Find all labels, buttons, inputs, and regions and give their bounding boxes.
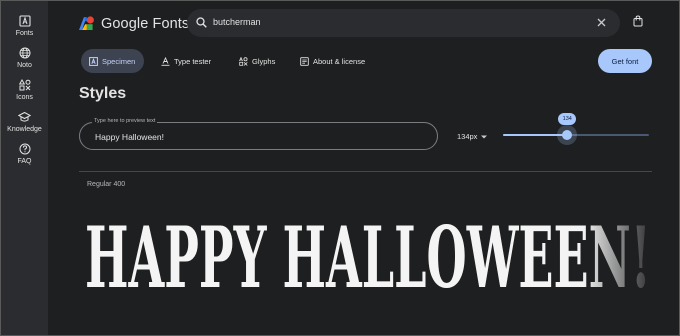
google-fonts-logo[interactable]: Google Fonts	[78, 15, 189, 32]
tab-specimen[interactable]: Specimen	[81, 49, 145, 73]
styles-heading: Styles	[79, 85, 127, 102]
preview-field-label: Type here to preview text	[92, 118, 158, 124]
tab-about-license[interactable]: About & license	[300, 49, 365, 73]
specimen-icon	[89, 56, 98, 66]
slider-value-bubble: 134	[558, 113, 577, 125]
glyphs-icon	[239, 56, 248, 66]
search-bar[interactable]: butcherman	[187, 9, 620, 37]
main-content: Google Fonts butcherman Specimen Type te…	[48, 1, 679, 335]
tab-specimen-label: Specimen	[102, 56, 136, 66]
globe-icon	[19, 47, 30, 59]
tab-glyphs-label: Glyphs	[252, 56, 276, 66]
rail-label-noto: Noto	[17, 62, 32, 69]
rail-item-noto[interactable]: Noto	[1, 47, 48, 69]
tab-about-license-label: About & license	[313, 56, 366, 66]
rail-label-faq: FAQ	[17, 158, 32, 165]
section-divider	[79, 171, 652, 172]
font-size-select[interactable]: 134px	[457, 132, 488, 141]
tab-type-tester[interactable]: Type tester	[161, 49, 211, 73]
search-input[interactable]: butcherman	[213, 17, 261, 27]
font-specimen-preview[interactable]: HAPPY HALLOWEEN!	[79, 205, 679, 301]
rail-item-icons[interactable]: Icons	[1, 79, 48, 101]
style-name-label: Regular 400	[87, 181, 126, 188]
tab-glyphs[interactable]: Glyphs	[239, 49, 275, 73]
close-icon[interactable]	[597, 18, 606, 27]
font-size-value: 134px	[457, 132, 478, 141]
graduation-cap-icon	[18, 111, 31, 122]
rail-item-fonts[interactable]: Fonts	[1, 15, 48, 37]
tab-type-tester-label: Type tester	[174, 56, 212, 66]
fonts-icon	[18, 15, 31, 27]
rail-label-fonts: Fonts	[15, 30, 34, 37]
preview-text-field[interactable]: Type here to preview text Happy Hallowee…	[79, 118, 438, 150]
specimen-text: HAPPY HALLOWEEN!	[85, 208, 651, 301]
google-fonts-logo-icon	[79, 16, 94, 30]
about-icon	[300, 56, 309, 66]
chevron-down-icon	[481, 135, 488, 138]
rail-item-knowledge[interactable]: Knowledge	[1, 111, 48, 133]
shapes-icon	[18, 79, 30, 91]
get-font-button[interactable]: Get font	[598, 49, 652, 73]
logo-text: Google Fonts	[101, 15, 190, 32]
type-tester-icon	[161, 56, 170, 66]
navigation-rail: Fonts Noto Icons Knowledge FAQ	[1, 1, 48, 335]
shopping-bag-icon[interactable]	[633, 15, 643, 27]
help-circle-icon	[19, 143, 30, 155]
rail-label-knowledge: Knowledge	[7, 126, 42, 133]
search-icon[interactable]	[196, 17, 207, 28]
rail-label-icons: Icons	[16, 94, 33, 101]
rail-item-faq[interactable]: FAQ	[1, 143, 48, 165]
preview-text-input[interactable]: Happy Halloween!	[95, 132, 164, 142]
